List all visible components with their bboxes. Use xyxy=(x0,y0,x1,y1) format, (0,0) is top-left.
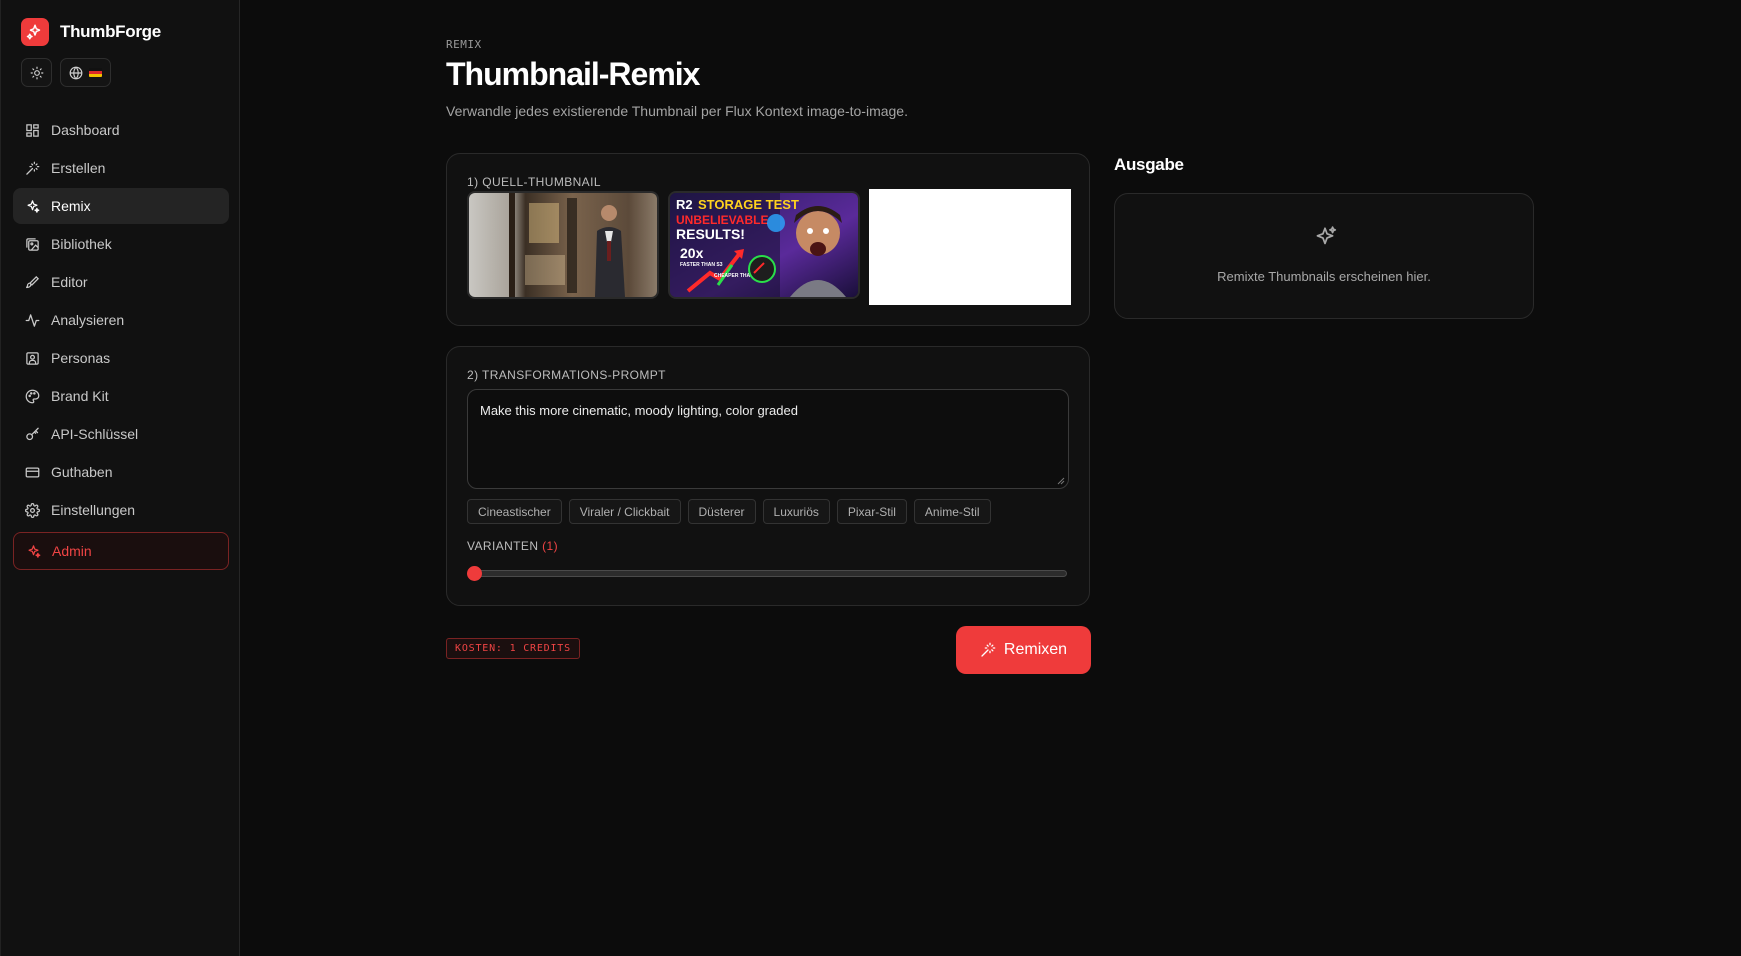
sidebar-item-einstellungen[interactable]: Einstellungen xyxy=(13,492,229,528)
sidebar-item-admin[interactable]: Admin xyxy=(13,532,229,570)
german-flag-icon xyxy=(89,68,102,77)
cost-badge: KOSTEN: 1 CREDITS xyxy=(446,638,580,659)
sparkles-icon xyxy=(27,199,40,213)
svg-text:UNBELIEVABLE: UNBELIEVABLE xyxy=(676,213,768,227)
sidebar-item-label: API-Schlüssel xyxy=(51,426,139,442)
variants-slider-track[interactable] xyxy=(469,570,1067,577)
sidebar-item-label: Guthaben xyxy=(51,464,113,480)
key-icon xyxy=(26,427,39,440)
preset-chip-pixar[interactable]: Pixar-Stil xyxy=(836,499,907,524)
prompt-card: 2) TRANSFORMATIONS-PROMPT Make this more… xyxy=(446,346,1090,606)
thumbnail-image-r2-storage-test: R2 STORAGE TEST UNBELIEVABLE RESULTS! 20… xyxy=(670,193,858,297)
sidebar-nav: Dashboard Erstellen Remix Bibliothek Edi… xyxy=(13,112,229,572)
prompt-textarea[interactable]: Make this more cinematic, moody lighting… xyxy=(467,389,1069,489)
brand-name: ThumbForge xyxy=(60,22,161,41)
output-title: Ausgabe xyxy=(1114,155,1184,174)
language-button[interactable] xyxy=(60,58,111,87)
sparkles-icon xyxy=(28,544,41,558)
svg-text:FASTER THAN S3: FASTER THAN S3 xyxy=(680,262,723,268)
source-label: 1) QUELL-THUMBNAIL xyxy=(467,175,601,189)
variants-slider-handle[interactable] xyxy=(467,566,482,581)
sidebar-item-label: Dashboard xyxy=(51,122,120,138)
resize-handle-icon[interactable] xyxy=(1057,477,1065,485)
sidebar-item-remix[interactable]: Remix xyxy=(13,188,229,224)
preset-chip-duesterer[interactable]: Düsterer xyxy=(687,499,756,524)
sidebar-item-label: Remix xyxy=(51,198,91,214)
sidebar-item-analysieren[interactable]: Analysieren xyxy=(13,302,229,338)
remix-button-label: Remixen xyxy=(1003,641,1068,658)
sidebar-item-label: Admin xyxy=(52,543,92,559)
brand-logo-icon xyxy=(21,18,49,46)
sidebar-item-guthaben[interactable]: Guthaben xyxy=(13,454,229,490)
sidebar-item-bibliothek[interactable]: Bibliothek xyxy=(13,226,229,262)
sidebar-item-label: Personas xyxy=(51,350,111,366)
sidebar-item-erstellen[interactable]: Erstellen xyxy=(13,150,229,186)
theme-toggle-button[interactable] xyxy=(21,58,52,87)
prompt-label: 2) TRANSFORMATIONS-PROMPT xyxy=(467,368,666,382)
sidebar-item-dashboard[interactable]: Dashboard xyxy=(13,112,229,148)
sun-icon xyxy=(30,66,43,79)
dashboard-icon xyxy=(26,123,39,137)
sparkles-icon xyxy=(1316,226,1337,245)
sidebar-item-api-keys[interactable]: API-Schlüssel xyxy=(13,416,229,452)
svg-text:20x: 20x xyxy=(680,245,704,261)
source-thumbnail-option[interactable]: R2 STORAGE TEST UNBELIEVABLE RESULTS! 20… xyxy=(668,191,860,299)
page-title: Thumbnail-Remix xyxy=(446,56,700,92)
sidebar-item-label: Erstellen xyxy=(51,160,106,176)
sidebar-item-label: Brand Kit xyxy=(51,388,109,404)
source-thumbnail-option-blank[interactable] xyxy=(869,189,1071,305)
page-eyebrow: REMIX xyxy=(446,38,482,51)
page-subtitle: Verwandle jedes existierende Thumbnail p… xyxy=(446,103,908,119)
sidebar-item-label: Einstellungen xyxy=(51,502,136,518)
variants-label: VARIANTEN (1) xyxy=(467,539,558,553)
globe-icon xyxy=(69,66,83,79)
user-square-icon xyxy=(26,351,39,365)
sidebar-item-personas[interactable]: Personas xyxy=(13,340,229,376)
preset-chip-anime[interactable]: Anime-Stil xyxy=(913,499,991,524)
preset-chip-viraler[interactable]: Viraler / Clickbait xyxy=(568,499,681,524)
preset-chip-luxurioes[interactable]: Luxuriös xyxy=(762,499,830,524)
sidebar-item-label: Analysieren xyxy=(51,312,125,328)
svg-text:RESULTS!: RESULTS! xyxy=(676,226,745,242)
sidebar-item-brand-kit[interactable]: Brand Kit xyxy=(13,378,229,414)
sidebar-item-label: Bibliothek xyxy=(51,236,112,252)
variants-value: (1) xyxy=(542,539,558,553)
remix-button[interactable]: Remixen xyxy=(956,626,1091,674)
brand[interactable]: ThumbForge xyxy=(21,18,161,46)
prompt-text: Make this more cinematic, moody lighting… xyxy=(480,403,798,418)
magic-wand-icon xyxy=(26,161,40,175)
images-icon xyxy=(26,237,39,251)
preset-chips: Cineastischer Viraler / Clickbait Düster… xyxy=(467,499,991,524)
thumbnail-image-businessman xyxy=(469,193,657,297)
palette-icon xyxy=(25,389,40,403)
activity-icon xyxy=(25,313,40,327)
brush-icon xyxy=(25,275,40,288)
svg-text:STORAGE TEST: STORAGE TEST xyxy=(698,197,799,212)
output-panel: Remixte Thumbnails erscheinen hier. xyxy=(1114,193,1534,319)
preset-chip-cineastischer[interactable]: Cineastischer xyxy=(467,499,562,524)
sidebar-item-label: Editor xyxy=(51,274,88,290)
magic-wand-icon xyxy=(981,642,996,657)
gear-icon xyxy=(25,502,40,518)
source-thumbnail-option[interactable] xyxy=(467,191,659,299)
credit-card-icon xyxy=(25,467,40,477)
output-empty-text: Remixte Thumbnails erscheinen hier. xyxy=(1217,269,1431,284)
source-thumbnail-card: 1) QUELL-THUMBNAIL R2 STORAGE TEST UNBEL… xyxy=(446,153,1090,326)
sidebar-item-editor[interactable]: Editor xyxy=(13,264,229,300)
sidebar: ThumbForge Dashboard Erstellen Remix Bib… xyxy=(0,0,240,956)
svg-text:R2: R2 xyxy=(676,197,693,212)
